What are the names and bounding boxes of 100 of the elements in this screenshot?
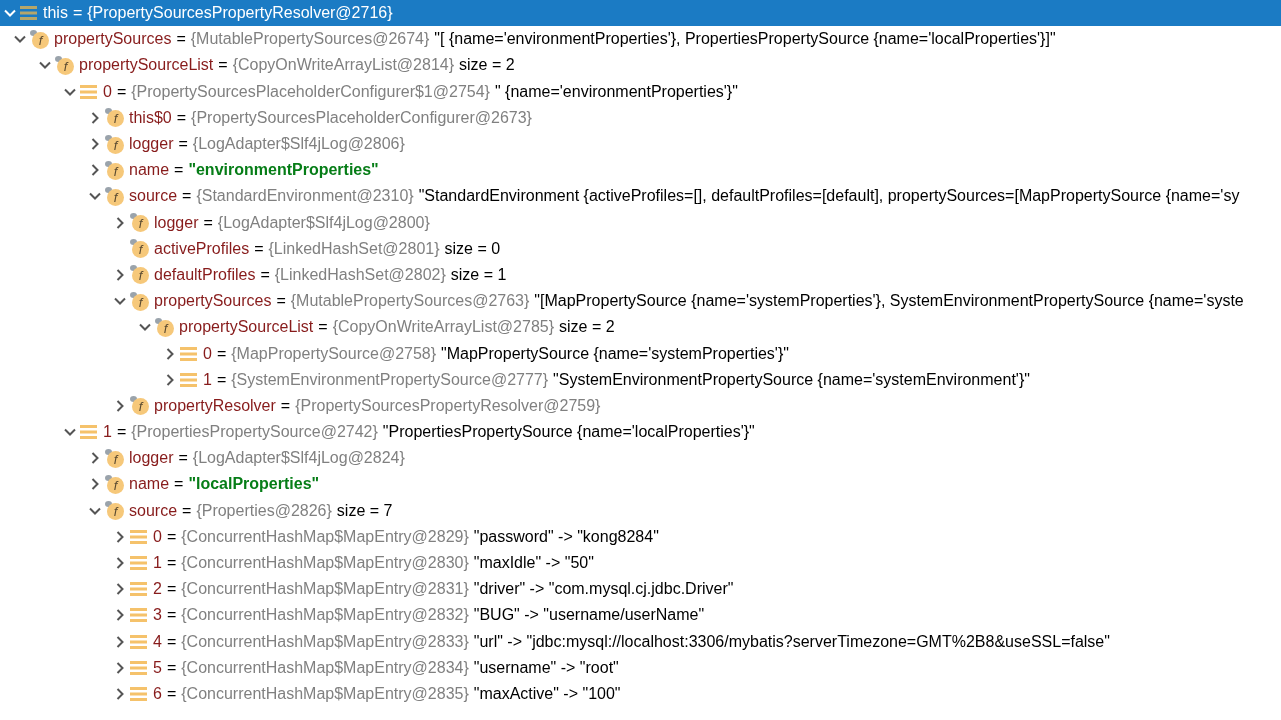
tree-row[interactable]: f activeProfiles = {LinkedHashSet@2801} size = 0 [0,235,1281,262]
object-type: {LinkedHashSet@2802} [274,265,446,284]
variable-name: 0 [103,82,112,101]
list-element-icon [180,345,197,362]
object-type: {PropertySourcesPropertyResolver@2716} [87,4,393,23]
tree-row[interactable]: f logger = {LogAdapter$Slf4jLog@2800} [0,209,1281,236]
variable-name: this [43,4,68,23]
object-type: {ConcurrentHashMap$MapEntry@2834} [181,658,469,677]
equals-sign: = [178,135,188,154]
object-type: {MapPropertySource@2758} [231,344,437,363]
tree-row[interactable]: 2 = {ConcurrentHashMap$MapEntry@2831} "driver" -> "com.mysql.cj.jdbc.Driver" [0,576,1281,603]
variable-name: propertyResolver [154,396,276,415]
object-type: {ConcurrentHashMap$MapEntry@2833} [181,632,469,651]
object-type: {ConcurrentHashMap$MapEntry@2835} [181,684,469,703]
list-element-icon [80,83,97,100]
tree-row[interactable]: f source = {Properties@2826} size = 7 [0,497,1281,524]
variable-name: name [129,161,170,180]
variable-name: source [129,501,178,520]
object-type: {PropertySourcesPropertyResolver@2759} [295,396,601,415]
object-type: {CopyOnWriteArrayList@2785} [332,318,555,337]
tree-row[interactable]: 1 = {PropertiesPropertySource@2742} "PropertiesPropertySource {name='localProperties'}" [0,419,1281,446]
object-type: {PropertiesPropertySource@2742} [131,423,378,442]
variable-value: "[ {name='environmentProperties'}, PropertiesPropertySource {name='localProperties'}]" [434,30,1056,49]
tree-row[interactable]: 1 = {SystemEnvironmentPropertySource@2777} "SystemEnvironmentPropertySource {name='systemEnvironment'}" [0,366,1281,393]
field-icon: f [30,29,49,49]
object-type: {Properties@2826} [196,501,332,520]
equals-sign: = [216,370,227,389]
variable-value: "url" -> "jdbc:mysql://localhost:3306/mybatis?serverTimezone=GMT%2B8&useSSL=false" [473,632,1110,651]
variable-value: size = 2 [459,56,515,75]
equals-sign: = [166,527,177,546]
object-type: {CopyOnWriteArrayList@2814} [232,56,455,75]
variable-name: defaultProfiles [154,265,256,284]
equals-sign: = [116,82,127,101]
object-type: {LogAdapter$Slf4jLog@2806} [192,135,405,154]
list-element-icon [130,685,147,702]
variable-value: size = 0 [444,239,501,258]
object-type: {LinkedHashSet@2801} [268,239,440,258]
equals-sign: = [218,56,228,75]
variable-value: "SystemEnvironmentPropertySource {name='systemEnvironment'}" [553,370,1030,389]
tree-row[interactable]: 0 = {PropertySourcesPlaceholderConfigurer$1@2754} " {name='environmentProperties'}" [0,78,1281,105]
tree-row[interactable]: f propertyResolver = {PropertySourcesPropertyResolver@2759} [0,392,1281,419]
tree-row[interactable]: f propertySourceList = {CopyOnWriteArrayList@2785} size = 2 [0,314,1281,341]
tree-row[interactable]: 5 = {ConcurrentHashMap$MapEntry@2834} "username" -> "root" [0,654,1281,681]
equals-sign: = [166,554,177,573]
string-value: "localProperties" [188,475,320,494]
variable-name: propertySourceList [179,318,314,337]
field-icon: f [130,213,149,233]
field-icon: f [105,160,124,180]
equals-sign: = [166,684,177,703]
tree-row[interactable]: f this$0 = {PropertySourcesPlaceholderConfigurer@2673} [0,104,1281,131]
equals-sign: = [116,423,127,442]
tree-row[interactable]: f defaultProfiles = {LinkedHashSet@2802} size = 1 [0,261,1281,289]
tree-row[interactable]: 6 = {ConcurrentHashMap$MapEntry@2835} "maxActive" -> "100" [0,680,1281,708]
tree-row[interactable]: 3 = {ConcurrentHashMap$MapEntry@2832} "BUG" -> "username/userName" [0,602,1281,629]
tree-row[interactable]: f propertySources = {MutablePropertySources@2763} "[MapPropertySource {name='systemProperties'}, SystemEnvironmentPropertySource {name='syste [0,288,1281,315]
list-element-icon [130,633,147,650]
field-icon: f [105,186,124,206]
tree-row[interactable]: 4 = {ConcurrentHashMap$MapEntry@2833} "url" -> "jdbc:mysql://localhost:3306/mybatis?serverTimezone=GMT%2B8&useSSL=false" [0,628,1281,655]
variable-value: "StandardEnvironment {activeProfiles=[], defaultProfiles=[default], propertySources=[MapPropertySource {name='sy [418,187,1240,206]
field-icon: f [130,239,149,259]
tree-row[interactable]: 0 = {ConcurrentHashMap$MapEntry@2829} "password" -> "kong8284" [0,523,1281,550]
tree-row[interactable]: f propertySourceList = {CopyOnWriteArrayList@2814} size = 2 [0,52,1281,79]
variable-value: "BUG" -> "username/userName" [473,606,705,625]
variable-name: logger [129,449,174,468]
equals-sign: = [254,239,264,258]
tree-row[interactable]: f propertySources = {MutablePropertySources@2674} "[ {name='environmentProperties'}, PropertiesPropertySource {name='localProperties'}]" [0,26,1281,53]
field-icon: f [105,134,124,154]
tree-row[interactable]: 1 = {ConcurrentHashMap$MapEntry@2830} "maxIdle" -> "50" [0,549,1281,577]
field-icon: f [130,265,149,285]
variable-value: size = 7 [336,501,393,520]
object-type: {SystemEnvironmentPropertySource@2777} [231,370,549,389]
variable-value: " {name='environmentProperties'}" [494,82,738,101]
tree-row[interactable]: 0 = {MapPropertySource@2758} "MapPropertySource {name='systemProperties'}" [0,340,1281,367]
variable-name: 5 [153,658,162,677]
equals-sign: = [276,292,286,311]
variable-value: "username" -> "root" [473,658,619,677]
field-icon: f [130,291,149,311]
variable-value: size = 1 [450,265,507,284]
variable-name: source [129,187,178,206]
tree-row[interactable]: f name = "localProperties" [0,471,1281,498]
field-icon: f [130,396,149,416]
equals-sign: = [203,213,213,232]
variable-name: 1 [153,554,162,573]
equals-sign: = [182,501,192,520]
tree-row[interactable]: f source = {StandardEnvironment@2310} "StandardEnvironment {activeProfiles=[], defaultProfiles=[default], propertySources=[MapPropertySource {name='sy [0,183,1281,210]
variable-value: "maxIdle" -> "50" [473,554,594,573]
tree-row[interactable]: this = {PropertySourcesPropertyResolver@2716} [0,0,1281,27]
variable-name: 0 [153,527,162,546]
list-element-icon [130,555,147,572]
variable-name: propertySources [154,292,272,311]
tree-row[interactable]: f logger = {LogAdapter$Slf4jLog@2806} [0,130,1281,158]
variable-name: logger [154,213,199,232]
field-icon: f [105,501,124,521]
variable-value: "[MapPropertySource {name='systemProperties'}, SystemEnvironmentPropertySource {name='syste [534,292,1244,311]
equals-sign: = [72,4,83,23]
variable-value: "password" -> "kong8284" [473,527,659,546]
tree-row[interactable]: f name = "environmentProperties" [0,157,1281,184]
object-type: {MutablePropertySources@2674} [190,30,430,49]
variable-value: "MapPropertySource {name='systemProperties'}" [441,344,789,363]
tree-row[interactable]: f logger = {LogAdapter$Slf4jLog@2824} [0,445,1281,472]
